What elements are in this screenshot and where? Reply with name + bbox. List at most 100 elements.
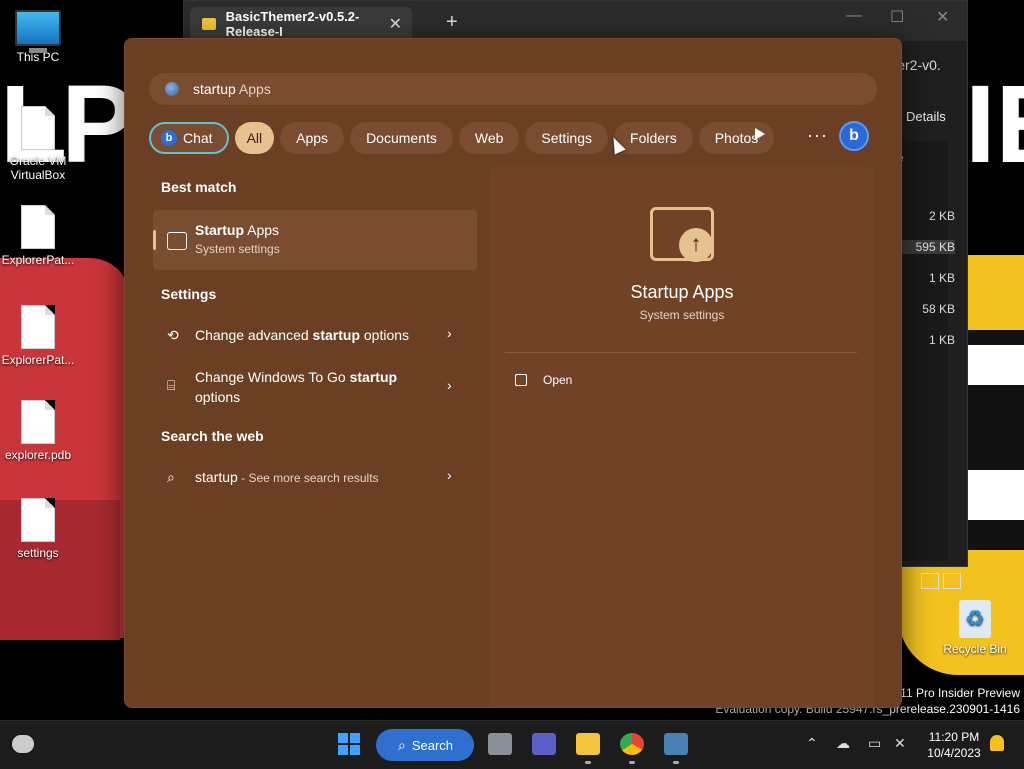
running-indicator (673, 761, 679, 764)
taskbar-search-button[interactable]: ⌕ Search (376, 729, 474, 761)
result-text: options (360, 327, 410, 343)
file-icon (21, 205, 55, 249)
network-icon[interactable]: ▭ (868, 735, 881, 752)
result-change-advanced-startup[interactable]: ⟲ Change advanced startup options › (153, 325, 477, 349)
settings-heading: Settings (161, 286, 217, 302)
result-label: Change Windows To Go startup options (195, 367, 445, 407)
filter-chat[interactable]: b Chat (149, 122, 229, 154)
filter-label: Photos (714, 130, 759, 146)
chevron-right-icon[interactable]: › (447, 467, 452, 483)
clock-date: 10/4/2023 (927, 746, 981, 760)
filter-apps[interactable]: Apps (280, 122, 345, 154)
more-options-button[interactable]: ··· (807, 125, 828, 146)
desktop-icon-this-pc[interactable]: This PC (0, 10, 76, 64)
desktop-icon-explorerpatcher-1[interactable]: ExplorerPat... (0, 205, 76, 267)
arrow-up-icon: ↑ (679, 228, 713, 262)
desktop-icon-explorer-pdb[interactable]: explorer.pdb (0, 400, 76, 462)
filter-label: Folders (630, 130, 677, 146)
open-external-icon (515, 374, 527, 386)
folder-icon (202, 18, 216, 30)
show-hidden-icons-chevron-up-icon[interactable]: ⌃ (806, 735, 818, 752)
filter-settings[interactable]: Settings (525, 122, 609, 154)
close-tab-icon[interactable]: ✕ (389, 14, 402, 34)
filter-documents[interactable]: Documents (350, 122, 453, 154)
recycle-bin-icon: ♻ (959, 600, 991, 638)
search-icon: ⌕ (167, 469, 175, 485)
search-icon: ⌕ (398, 736, 406, 753)
preview-subtitle: System settings (639, 308, 725, 322)
onedrive-icon[interactable]: ☁ (836, 735, 850, 752)
resource-monitor-icon[interactable] (664, 733, 688, 755)
explorer-tab-bar: BasicThemer2-v0.5.2-Release-I ✕ + — ☐ ✕ (184, 1, 967, 41)
best-match-title-rest: Apps (244, 222, 280, 238)
result-change-windows-to-go-startup[interactable]: ⌸ Change Windows To Go startup options › (153, 367, 477, 411)
file-size-cell: 1 KB (928, 333, 955, 347)
desktop-icon-explorerpatcher-2[interactable]: ExplorerPat... (0, 305, 76, 367)
more-filters-arrow-icon[interactable] (755, 128, 765, 140)
result-label: startup - See more search results (195, 467, 445, 488)
running-indicator (585, 761, 591, 764)
result-text-bold: startup (312, 327, 360, 343)
chevron-right-icon[interactable]: › (447, 377, 452, 393)
filter-label: Web (474, 130, 504, 146)
document-icon (21, 305, 55, 349)
best-match-subtitle: System settings (195, 242, 280, 256)
wallpaper-letters-right: IE (965, 63, 1024, 186)
view-toggle-group (921, 573, 965, 594)
desktop-icon-label: Oracle VM VirtualBox (9, 154, 67, 182)
filter-all[interactable]: All (234, 122, 275, 154)
desktop-icon-label: ExplorerPat... (1, 353, 75, 367)
startup-apps-icon (167, 232, 187, 250)
monitor-icon (15, 10, 61, 53)
running-indicator (629, 761, 635, 764)
bing-chat-icon: b (161, 130, 177, 146)
weather-widget-icon[interactable] (12, 735, 34, 753)
details-view-icon[interactable] (921, 573, 939, 589)
startup-options-icon: ⟲ (167, 327, 179, 343)
preview-title: Startup Apps (630, 282, 734, 302)
close-window-button[interactable]: ✕ (936, 7, 949, 27)
maximize-button[interactable]: ☐ (890, 7, 904, 27)
file-size-cell: 2 KB (928, 209, 955, 223)
search-query-completion: Apps (235, 81, 271, 97)
explorer-tab[interactable]: BasicThemer2-v0.5.2-Release-I ✕ (190, 7, 412, 41)
file-size-cell-selected: 595 KB (899, 240, 955, 254)
result-text: options (195, 389, 241, 405)
windows-to-go-icon: ⌸ (167, 377, 176, 393)
search-orb-icon (165, 82, 179, 96)
startup-apps-large-icon: ↑ (650, 207, 714, 262)
teams-icon[interactable] (532, 733, 556, 755)
desktop-icon-virtualbox[interactable]: Oracle VM VirtualBox (0, 106, 76, 182)
tiles-view-icon[interactable] (943, 573, 961, 589)
new-tab-button[interactable]: + (446, 11, 458, 34)
file-size-cell: 58 KB (922, 302, 955, 316)
result-text: Change advanced (195, 327, 313, 343)
volume-muted-icon[interactable]: ✕ (894, 735, 906, 752)
result-web-search[interactable]: ⌕ startup - See more search results › (153, 467, 477, 491)
search-query-typed: startup (193, 81, 236, 97)
desktop-icon-label: settings (17, 546, 59, 560)
desktop-icon-label: ExplorerPat... (1, 253, 75, 267)
taskbar-clock[interactable]: 11:20 PM 10/4/2023 (922, 729, 986, 761)
file-size-cell: 1 KB (928, 271, 955, 285)
chevron-right-icon[interactable]: › (447, 325, 452, 341)
task-view-icon[interactable] (488, 733, 512, 755)
notification-bell-icon[interactable] (990, 735, 1004, 751)
minimize-button[interactable]: — (846, 7, 862, 25)
search-input[interactable]: startup Apps (149, 73, 877, 105)
details-button[interactable]: Details (906, 109, 946, 124)
open-action[interactable]: Open (515, 373, 572, 387)
filter-label: Settings (541, 130, 593, 146)
chrome-icon[interactable] (620, 733, 644, 755)
windows-logo-tile (350, 745, 360, 755)
bing-button[interactable]: b (839, 121, 869, 151)
desktop-icon-settings[interactable]: settings (0, 498, 76, 560)
file-explorer-taskbar-icon[interactable] (576, 733, 600, 755)
search-query[interactable]: startup Apps (193, 81, 271, 97)
windows-logo-tile (338, 745, 348, 755)
best-match-title: Startup Apps (195, 222, 279, 238)
desktop-icon-recycle-bin[interactable]: ♻ Recycle Bin (937, 600, 1013, 656)
filter-web[interactable]: Web (458, 122, 520, 154)
best-match-result[interactable]: Startup Apps System settings (153, 210, 477, 270)
start-button[interactable] (338, 733, 360, 755)
